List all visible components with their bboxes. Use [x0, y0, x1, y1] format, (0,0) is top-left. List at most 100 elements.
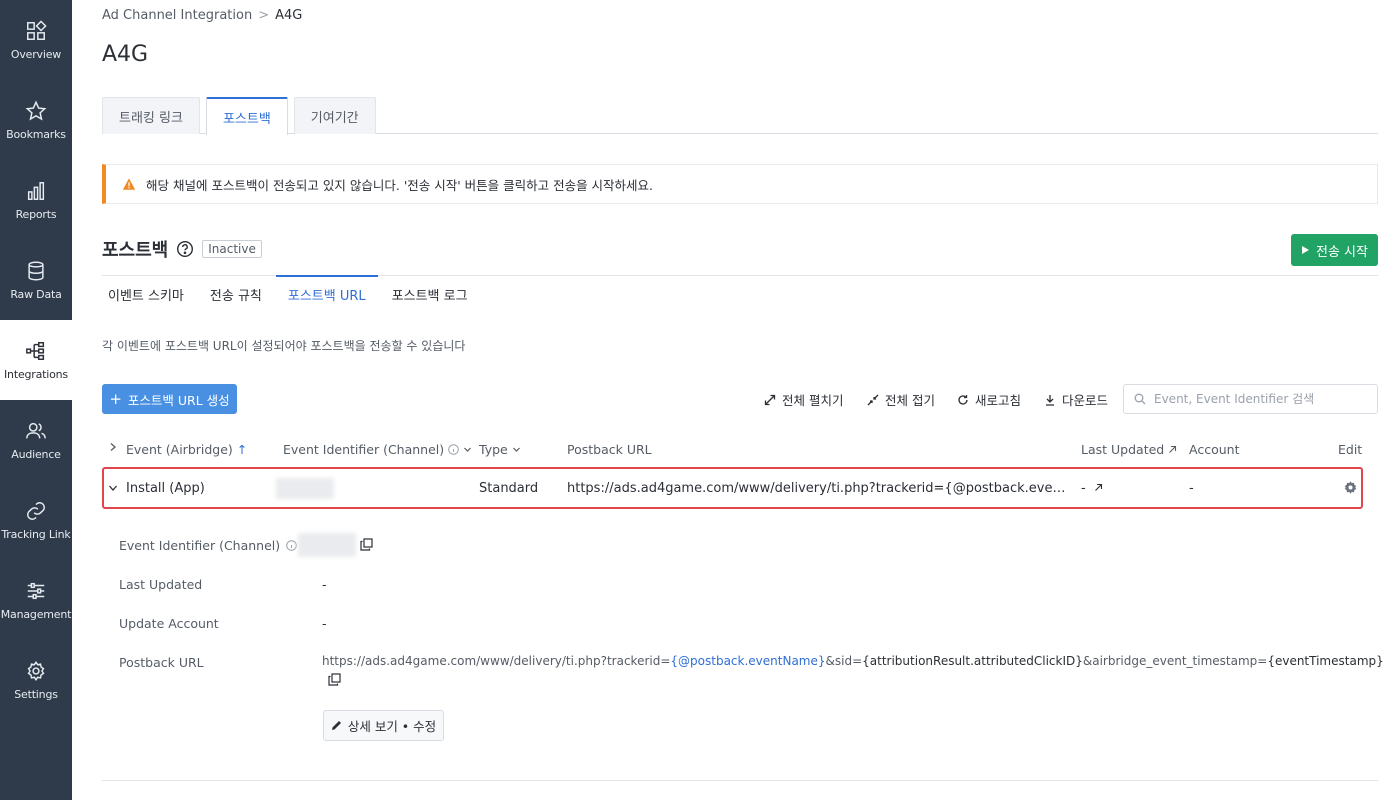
sidebar: Overview Bookmarks Reports Raw Data Inte…: [0, 0, 72, 800]
bar-chart-icon: [27, 181, 45, 200]
gear-icon: [1344, 481, 1357, 494]
sort-ascending-icon: ↑: [236, 442, 248, 457]
column-header-postback-url-label: Postback URL: [567, 442, 652, 457]
row-last-updated-value: -: [1081, 481, 1086, 496]
download-button[interactable]: 다운로드: [1044, 390, 1108, 409]
create-postback-url-button[interactable]: + 포스트백 URL 생성: [102, 384, 237, 414]
url-macro-timestamp: {eventTimestamp}: [1267, 654, 1384, 668]
column-header-identifier[interactable]: Event Identifier (Channel): [283, 442, 472, 457]
breadcrumb-parent-link[interactable]: Ad Channel Integration: [102, 8, 252, 23]
warning-alert: 해당 채널에 포스트백이 전송되고 있지 않습니다. '전송 시작' 버튼을 클…: [102, 164, 1378, 204]
sidebar-item-label: Tracking Link: [1, 527, 71, 541]
sidebar-item-management[interactable]: Management: [0, 560, 72, 640]
row-detail-panel: Event Identifier (Channel) Last Updated …: [102, 510, 1384, 781]
row-last-updated: -: [1081, 481, 1103, 496]
sidebar-item-raw-data[interactable]: Raw Data: [0, 240, 72, 320]
detail-last-updated-label: Last Updated: [119, 577, 203, 592]
expand-icon: [764, 394, 776, 405]
sidebar-item-label: Overview: [10, 47, 62, 61]
breadcrumb-current: A4G: [275, 8, 303, 23]
column-header-event[interactable]: Event (Airbridge) ↑: [126, 442, 247, 457]
sidebar-item-audience[interactable]: Audience: [0, 400, 72, 480]
breadcrumb-separator: >: [258, 8, 270, 23]
subtab-send-rules[interactable]: 전송 규칙: [198, 276, 274, 312]
sidebar-item-reports[interactable]: Reports: [0, 160, 72, 240]
column-header-edit-label: Edit: [1338, 442, 1363, 457]
refresh-icon: [958, 394, 968, 405]
row-collapse-toggle[interactable]: [108, 482, 118, 497]
url-param-timestamp: &airbridge_event_timestamp=: [1082, 654, 1268, 668]
detail-update-account-value: -: [322, 616, 327, 631]
status-badge: Inactive: [202, 240, 262, 258]
redacted-identifier: [298, 533, 356, 557]
start-sending-button[interactable]: 전송 시작: [1291, 234, 1378, 266]
sidebar-item-bookmarks[interactable]: Bookmarks: [0, 80, 72, 160]
tab-tracking-link[interactable]: 트래킹 링크: [102, 97, 200, 134]
collapse-all-button[interactable]: 전체 접기: [867, 390, 935, 409]
subtab-postback-log[interactable]: 포스트백 로그: [380, 276, 480, 312]
url-macro-event-name: {@postback.eventName}: [670, 654, 826, 668]
row-settings-button[interactable]: [1343, 480, 1358, 499]
refresh-button[interactable]: 새로고침: [957, 390, 1021, 409]
description-text: 각 이벤트에 포스트백 URL이 설정되어야 포스트백을 전송할 수 있습니다: [102, 339, 466, 353]
play-icon: [1302, 246, 1309, 254]
column-header-type-label: Type: [479, 442, 508, 457]
detail-identifier-label: Event Identifier (Channel): [119, 538, 297, 553]
subtab-postback-url[interactable]: 포스트백 URL: [275, 275, 378, 311]
main-tabs: 트래킹 링크 포스트백 기여기간: [102, 97, 1378, 135]
search-input[interactable]: [1154, 392, 1364, 406]
sidebar-item-label: Bookmarks: [6, 127, 66, 141]
sidebar-item-label: Reports: [15, 207, 57, 221]
row-event-name: Install (App): [126, 481, 205, 496]
table-row[interactable]: Install (App) Standard https://ads.ad4ga…: [102, 467, 1363, 509]
sliders-icon: [27, 582, 45, 599]
view-edit-details-button[interactable]: 상세 보기 • 수정: [323, 710, 444, 741]
collapse-all-label: 전체 접기: [885, 393, 935, 408]
sidebar-item-label: Audience: [11, 447, 61, 461]
page-title: A4G: [102, 42, 149, 67]
pencil-icon: [331, 721, 341, 730]
help-icon[interactable]: [176, 240, 194, 258]
column-header-last-updated-label: Last Updated: [1081, 442, 1165, 457]
section-header: 포스트백 Inactive: [102, 236, 262, 262]
detail-last-updated-value: -: [322, 577, 327, 592]
download-label: 다운로드: [1062, 393, 1109, 408]
column-header-event-label: Event (Airbridge): [126, 442, 233, 457]
sub-tabs: 이벤트 스키마 전송 규칙 포스트백 URL 포스트백 로그: [102, 275, 1378, 311]
start-button-label: 전송 시작: [1316, 244, 1368, 260]
star-icon: [25, 100, 47, 121]
refresh-label: 새로고침: [975, 393, 1022, 408]
external-arrow-icon[interactable]: [1094, 483, 1103, 492]
plus-icon: +: [109, 389, 122, 408]
sidebar-item-settings[interactable]: Settings: [0, 640, 72, 720]
expand-column-chevron[interactable]: [108, 442, 118, 452]
sidebar-item-integrations[interactable]: Integrations: [0, 320, 72, 400]
detail-update-account-label: Update Account: [119, 616, 219, 631]
overview-icon: [27, 19, 47, 40]
column-header-last-updated[interactable]: Last Updated: [1081, 442, 1177, 457]
alert-text: 해당 채널에 포스트백이 전송되고 있지 않습니다. '전송 시작' 버튼을 클…: [146, 177, 654, 193]
column-header-type[interactable]: Type: [479, 442, 521, 457]
integrations-icon: [26, 341, 45, 360]
chevron-down-icon: [109, 485, 117, 491]
subtab-event-schema[interactable]: 이벤트 스키마: [102, 276, 196, 312]
warning-icon: [122, 178, 136, 190]
info-icon: [448, 444, 459, 455]
tab-postback[interactable]: 포스트백: [205, 97, 288, 135]
sidebar-item-label: Management: [0, 607, 72, 621]
url-param-sid: &sid=: [825, 654, 863, 668]
column-header-account-label: Account: [1189, 442, 1240, 457]
breadcrumb: Ad Channel Integration > A4G: [102, 8, 302, 23]
sidebar-item-tracking-link[interactable]: Tracking Link: [0, 480, 72, 560]
redacted-identifier: [276, 478, 334, 499]
sidebar-item-overview[interactable]: Overview: [0, 0, 72, 80]
copy-icon[interactable]: [360, 538, 373, 551]
external-arrow-icon: [1169, 445, 1177, 453]
sidebar-item-label: Settings: [14, 687, 58, 701]
chevron-down-icon: [464, 447, 472, 452]
copy-icon[interactable]: [328, 673, 341, 686]
collapse-icon: [867, 394, 879, 405]
tab-attribution-window[interactable]: 기여기간: [293, 97, 376, 134]
expand-all-button[interactable]: 전체 펼치기: [764, 390, 843, 409]
search-box: [1123, 384, 1378, 414]
